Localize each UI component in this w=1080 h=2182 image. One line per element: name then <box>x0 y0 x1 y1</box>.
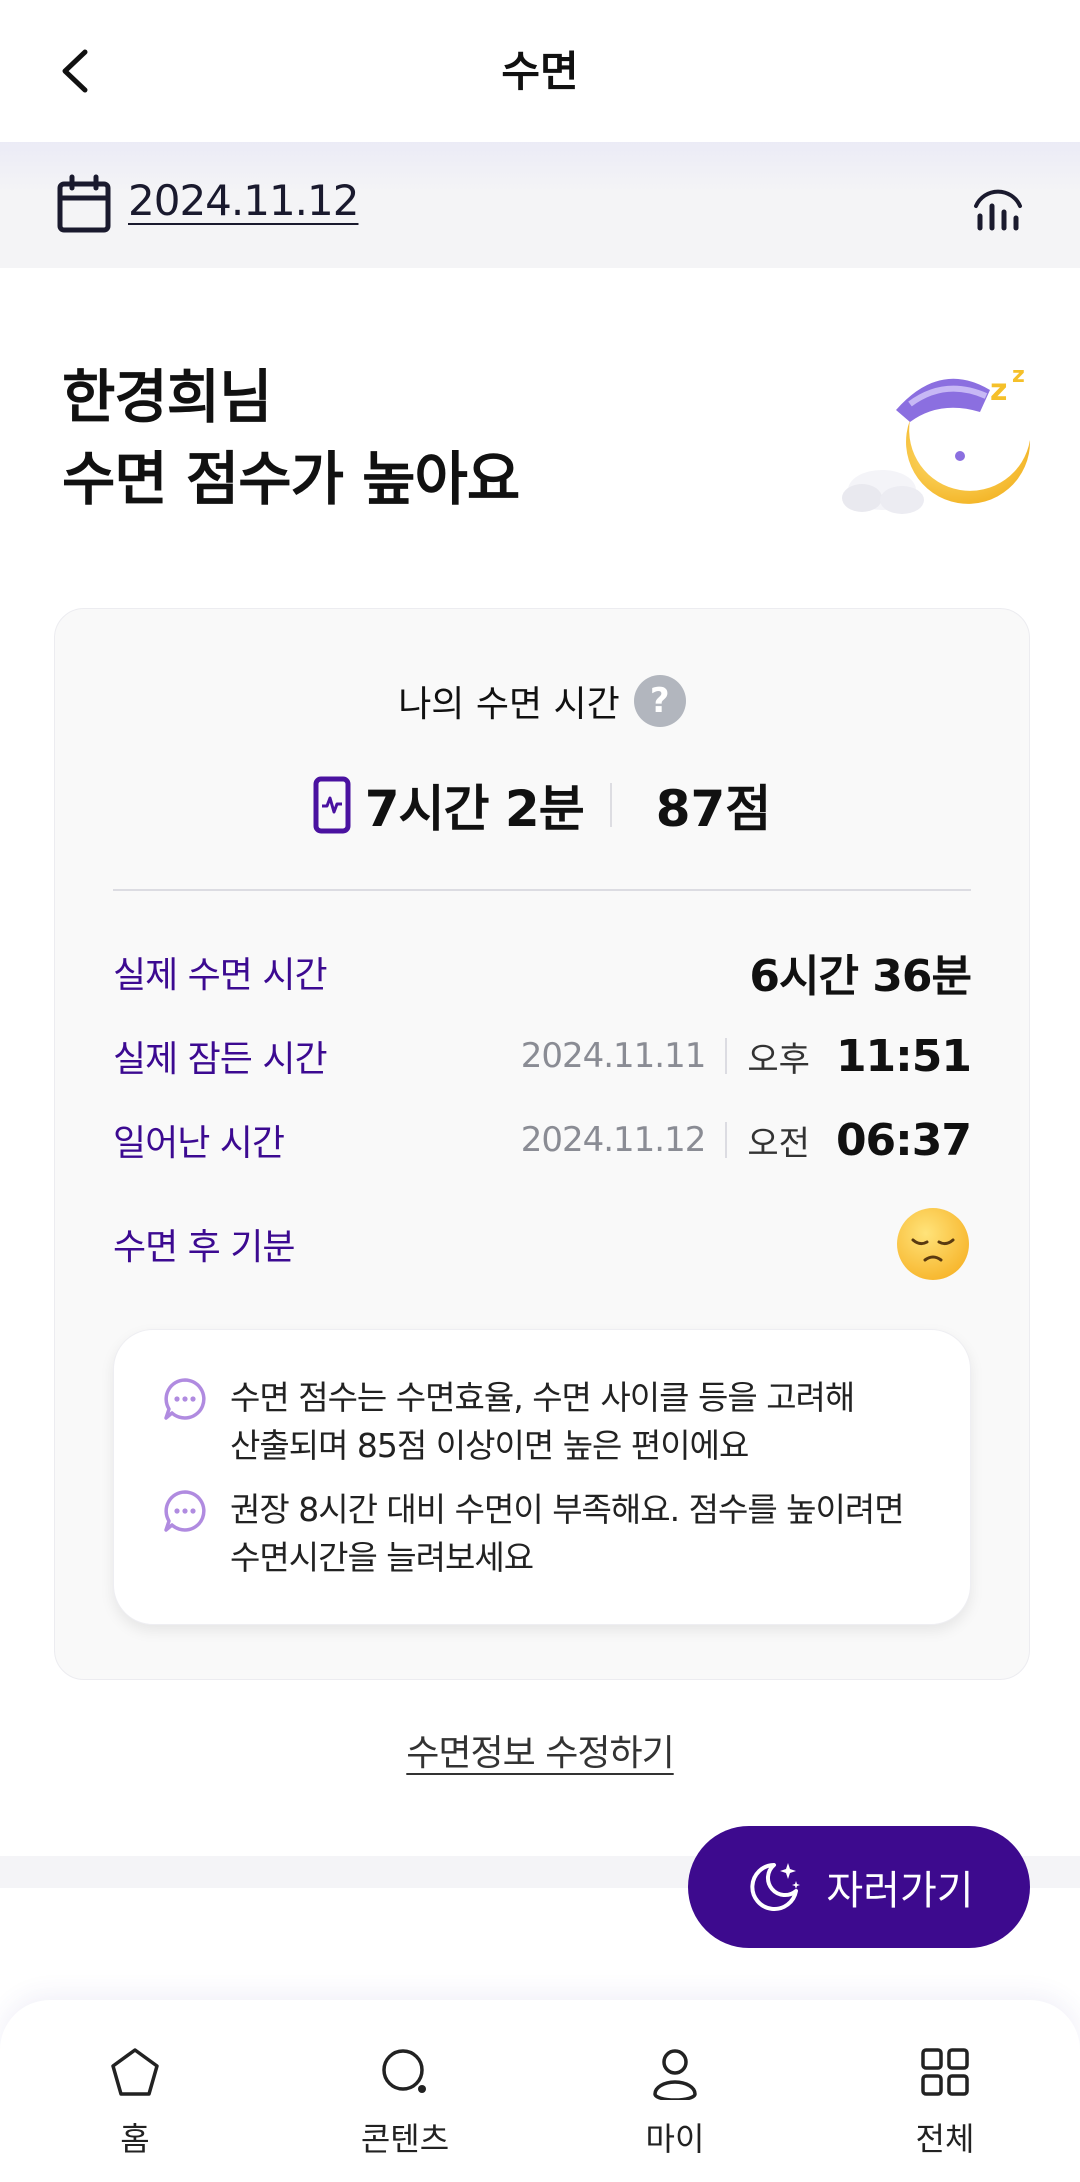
summary-row: 7시간 2분 87점 <box>55 769 1029 841</box>
detail-row-mood: 수면 후 기분 <box>113 1199 971 1289</box>
date-selector[interactable]: 2024.11.12 <box>128 176 359 225</box>
fell-asleep-time: 11:51 <box>835 1030 972 1082</box>
sleeping-moon-illustration: z z <box>842 363 1031 514</box>
summary-divider <box>609 783 612 827</box>
fell-asleep-date: 2024.11.11 <box>520 1036 707 1076</box>
detail-separator <box>725 1122 728 1158</box>
person-icon <box>653 2049 697 2100</box>
tip-line: 권장 8시간 대비 수면이 부족해요. 점수를 높이려면 <box>230 1490 905 1529</box>
greeting-name: 한경희님 <box>62 363 272 431</box>
card-title: 나의 수면 시간 <box>398 684 620 725</box>
woke-up-time: 06:37 <box>835 1114 972 1166</box>
bottom-navigation: 홈 콘텐츠 마이 전체 <box>0 2000 1080 2182</box>
home-icon <box>111 2048 159 2096</box>
woke-up-ampm: 오전 <box>747 1123 810 1164</box>
nav-label: 마이 <box>645 2120 705 2158</box>
sleep-summary-card: 나의 수면 시간 ? 7시간 2분 87점 실제 수면 시간 6시간 36분 실… <box>54 608 1030 1680</box>
total-sleep-time: 7시간 2분 <box>364 780 585 838</box>
detail-row-woke-up: 일어난 시간 2024.11.12 오전 06:37 <box>113 1105 972 1175</box>
sleep-score: 87점 <box>655 780 772 838</box>
sleepy-face-icon[interactable] <box>895 1206 971 1282</box>
detail-row-fell-asleep: 실제 잠든 시간 2024.11.11 오후 11:51 <box>113 1021 972 1091</box>
card-divider <box>113 889 971 891</box>
edit-sleep-info-link[interactable]: 수면정보 수정하기 <box>406 1733 674 1774</box>
go-to-sleep-button[interactable]: 자러가기 <box>688 1826 1030 1948</box>
statistics-icon[interactable] <box>970 176 1026 232</box>
tip-item: 권장 8시간 대비 수면이 부족해요. 점수를 높이려면 수면시간을 늘려보세요 <box>162 1486 930 1582</box>
score-tip-box: 수면 점수는 수면효율, 수면 사이클 등을 고려해 산출되며 85점 이상이면… <box>113 1329 971 1625</box>
moon-star-icon <box>750 1863 801 1911</box>
tip-line: 수면시간을 늘려보세요 <box>230 1538 534 1577</box>
tip-line: 수면 점수는 수면효율, 수면 사이클 등을 고려해 <box>230 1378 855 1417</box>
detail-label: 수면 후 기분 <box>113 1227 296 1268</box>
tip-line: 산출되며 85점 이상이면 높은 편이에요 <box>230 1426 749 1465</box>
detail-label: 실제 수면 시간 <box>113 955 328 996</box>
detail-label: 실제 잠든 시간 <box>113 1039 328 1080</box>
detail-label: 일어난 시간 <box>113 1123 285 1164</box>
greeting-text: 한경희님 수면 점수가 높아요 <box>62 356 520 520</box>
nav-item-home[interactable]: 홈 <box>0 2000 270 2182</box>
nav-item-content[interactable]: 콘텐츠 <box>270 2000 540 2182</box>
nav-label: 전체 <box>915 2120 975 2158</box>
tip-item: 수면 점수는 수면효율, 수면 사이클 등을 고려해 산출되며 85점 이상이면… <box>162 1374 930 1470</box>
actual-sleep-value: 6시간 36분 <box>749 951 972 1002</box>
nav-label: 홈 <box>120 2120 150 2158</box>
phone-tracking-icon <box>313 776 351 834</box>
go-to-sleep-label: 자러가기 <box>826 1868 974 1914</box>
top-header: 수면 <box>0 0 1080 142</box>
edit-sleep-info-row: 수면정보 수정하기 <box>0 1724 1080 1776</box>
card-title-row: 나의 수면 시간 ? <box>55 675 1029 727</box>
woke-up-date: 2024.11.12 <box>520 1120 707 1160</box>
grid-icon <box>921 2048 969 2096</box>
content-icon <box>382 2049 426 2093</box>
tip-text: 권장 8시간 대비 수면이 부족해요. 점수를 높이려면 수면시간을 늘려보세요 <box>230 1486 905 1582</box>
svg-text:z: z <box>1012 363 1025 388</box>
help-icon[interactable]: ? <box>633 675 686 727</box>
speech-bubble-icon <box>164 1378 206 1420</box>
fell-asleep-ampm: 오후 <box>747 1039 810 1080</box>
greeting-message: 수면 점수가 높아요 <box>62 445 520 513</box>
nav-label: 콘텐츠 <box>360 2120 450 2158</box>
detail-separator <box>725 1038 728 1074</box>
svg-text:z: z <box>990 373 1007 408</box>
detail-row-actual-sleep: 실제 수면 시간 6시간 36분 <box>113 937 972 1007</box>
tip-text: 수면 점수는 수면효율, 수면 사이클 등을 고려해 산출되며 85점 이상이면… <box>230 1374 855 1470</box>
nav-item-all[interactable]: 전체 <box>810 2000 1080 2182</box>
nav-item-my[interactable]: 마이 <box>540 2000 810 2182</box>
calendar-icon[interactable] <box>56 174 112 234</box>
date-bar: 2024.11.12 <box>0 142 1080 268</box>
speech-bubble-icon <box>164 1490 206 1532</box>
page-title: 수면 <box>501 47 579 96</box>
